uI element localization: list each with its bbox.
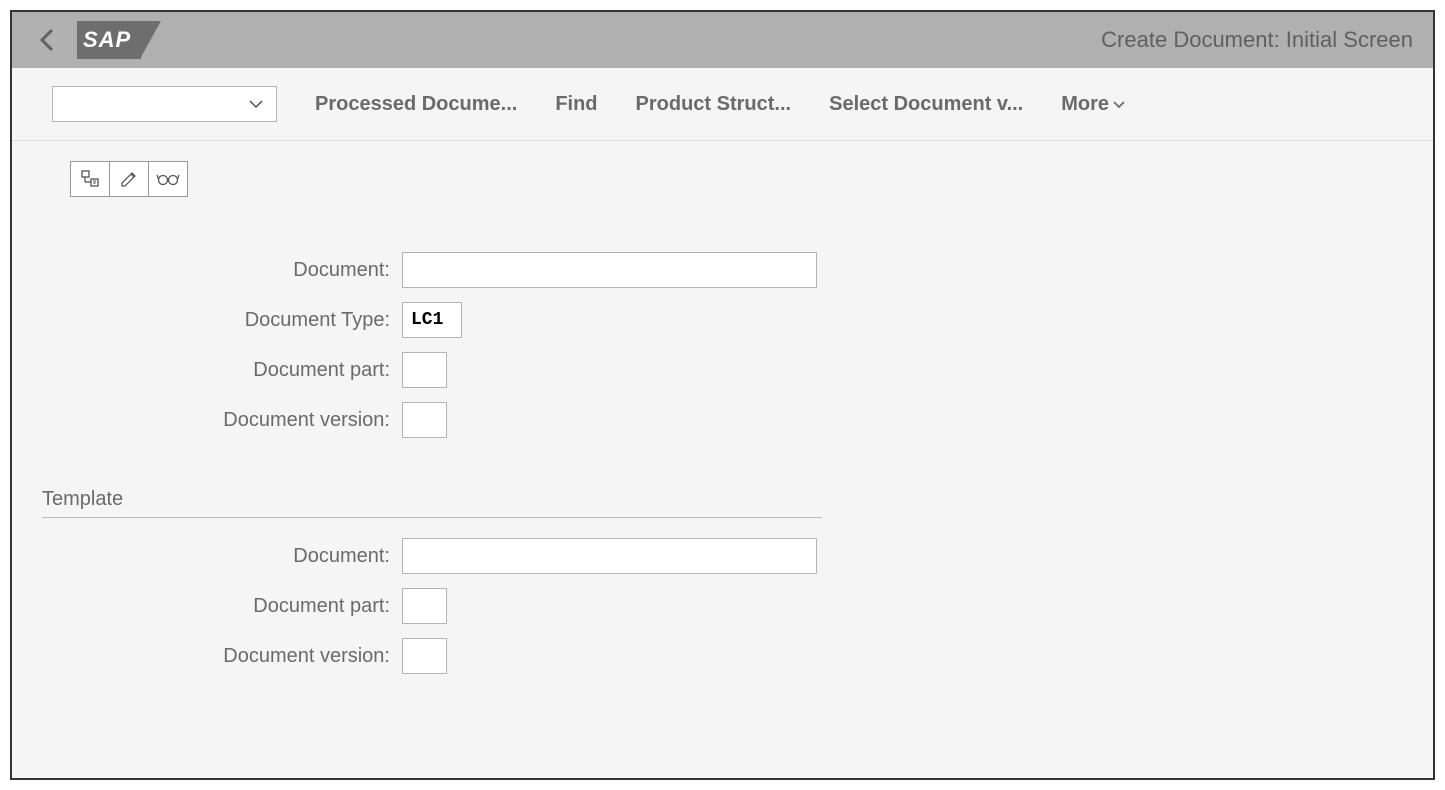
row-template-document-part: Document part: xyxy=(42,588,1403,624)
row-document-type: Document Type: xyxy=(42,302,1403,338)
edit-button[interactable] xyxy=(109,161,149,197)
document-version-field[interactable] xyxy=(402,402,447,438)
app-window: SAP Create Document: Initial Screen Proc… xyxy=(10,10,1435,780)
sap-logo-text: SAP xyxy=(77,21,141,59)
toolbar-find[interactable]: Find xyxy=(555,93,597,116)
toolbar-select-document[interactable]: Select Document v... xyxy=(829,93,1023,116)
pencil-icon xyxy=(119,169,139,189)
label-template-document: Document: xyxy=(42,545,402,568)
back-button[interactable] xyxy=(32,25,62,55)
document-part-field[interactable] xyxy=(402,352,447,388)
header-bar: SAP Create Document: Initial Screen xyxy=(12,12,1433,68)
label-document-part: Document part: xyxy=(42,359,402,382)
display-button[interactable] xyxy=(148,161,188,197)
row-document-part: Document part: xyxy=(42,352,1403,388)
hierarchy-icon xyxy=(80,169,100,189)
main-form: Document: Document Type: Document part: … xyxy=(42,252,1403,438)
sap-logo: SAP xyxy=(77,21,141,59)
chevron-down-icon xyxy=(248,99,264,109)
template-document-version-field[interactable] xyxy=(402,638,447,674)
template-document-part-field[interactable] xyxy=(402,588,447,624)
hierarchy-button[interactable] xyxy=(70,161,110,197)
label-document-type: Document Type: xyxy=(42,309,402,332)
template-document-field[interactable] xyxy=(402,538,817,574)
chevron-down-icon xyxy=(1112,100,1126,109)
toolbar-processed-documents[interactable]: Processed Docume... xyxy=(315,93,517,116)
toolbar-more[interactable]: More xyxy=(1061,93,1126,116)
icon-toolbar xyxy=(70,161,1403,197)
label-document: Document: xyxy=(42,259,402,282)
template-section-header: Template xyxy=(42,488,822,518)
template-form: Document: Document part: Document versio… xyxy=(42,538,1403,674)
toolbar: Processed Docume... Find Product Struct.… xyxy=(12,68,1433,141)
document-type-field[interactable] xyxy=(402,302,462,338)
page-title: Create Document: Initial Screen xyxy=(1101,27,1413,53)
toolbar-product-structure[interactable]: Product Struct... xyxy=(636,93,792,116)
glasses-icon xyxy=(156,171,180,187)
header-left: SAP xyxy=(32,21,141,59)
row-template-document-version: Document version: xyxy=(42,638,1403,674)
document-field[interactable] xyxy=(402,252,817,288)
row-template-document: Document: xyxy=(42,538,1403,574)
toolbar-dropdown[interactable] xyxy=(52,86,277,122)
content-area: Document: Document Type: Document part: … xyxy=(12,141,1433,724)
row-document-version: Document version: xyxy=(42,402,1403,438)
label-template-document-version: Document version: xyxy=(42,645,402,668)
toolbar-more-label: More xyxy=(1061,93,1109,116)
row-document: Document: xyxy=(42,252,1403,288)
back-chevron-icon xyxy=(38,26,56,54)
label-template-document-part: Document part: xyxy=(42,595,402,618)
label-document-version: Document version: xyxy=(42,409,402,432)
